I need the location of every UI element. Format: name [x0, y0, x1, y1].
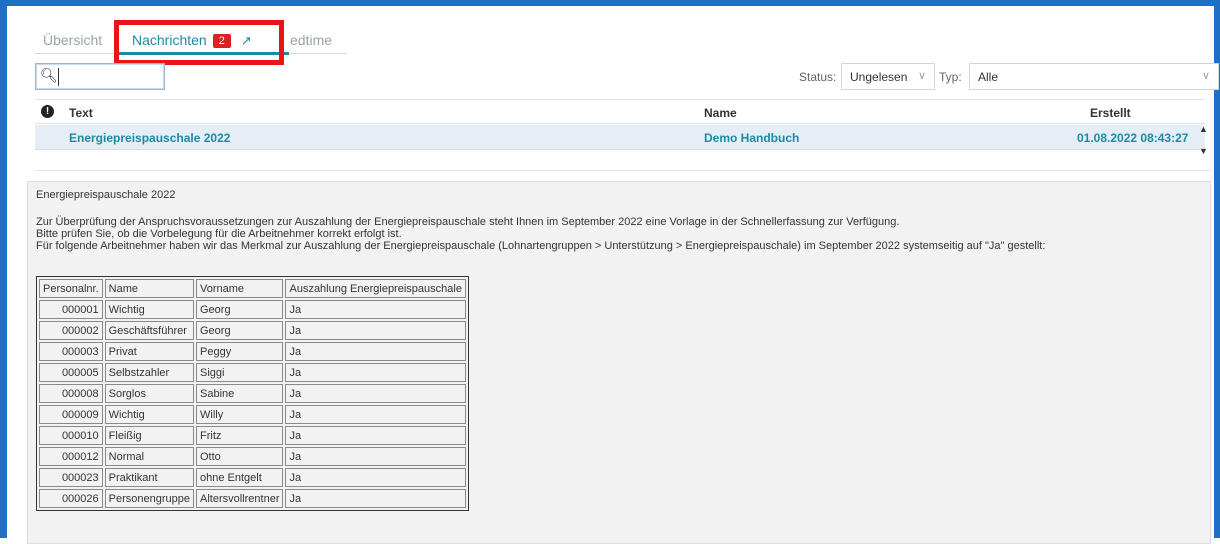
chevron-down-icon: ∨ — [917, 70, 926, 82]
scroll-down-icon[interactable]: ▼ — [1199, 146, 1208, 156]
table-cell: Altersvollrentner — [196, 489, 284, 508]
table-cell: Willy — [196, 405, 284, 424]
table-cell: Sorglos — [104, 384, 194, 403]
table-cell: Wichtig — [104, 300, 194, 319]
table-cell: 000023 — [39, 468, 103, 487]
table-row: 000012 Normal Otto Ja — [39, 447, 466, 466]
table-cell: 000012 — [39, 447, 103, 466]
type-filter-label: Typ: — [939, 70, 962, 84]
table-cell: Ja — [285, 342, 466, 361]
type-filter-select[interactable]: Alle ∨ — [969, 63, 1219, 90]
table-row: 000008 Sorglos Sabine Ja — [39, 384, 466, 403]
detail-paragraph: Zur Überprüfung der Anspruchsvoraussetzu… — [36, 216, 900, 228]
search-icon: 🔍︎ — [40, 67, 58, 83]
column-header-created[interactable]: Erstellt — [1090, 106, 1131, 120]
table-cell: Personengruppe — [104, 489, 194, 508]
column-header-name[interactable]: Name — [704, 106, 737, 120]
table-cell: 000008 — [39, 384, 103, 403]
detail-paragraph: Bitte prüfen Sie, ob die Vorbelegung für… — [36, 228, 402, 240]
table-cell: Wichtig — [104, 405, 194, 424]
table-row: 000009 Wichtig Willy Ja — [39, 405, 466, 424]
table-row: 000010 Fleißig Fritz Ja — [39, 426, 466, 445]
table-cell: Ja — [285, 489, 466, 508]
table-header-row: Personalnr. Name Vorname Auszahlung Ener… — [39, 279, 466, 298]
status-filter-value: Ungelesen — [850, 70, 908, 84]
table-cell: Peggy — [196, 342, 284, 361]
tab-overview[interactable]: Übersicht — [43, 32, 102, 48]
app-window: Übersicht Nachrichten 2 ↗ edtime 🔍︎ Status… — [0, 0, 1220, 544]
table-cell: Sabine — [196, 384, 284, 403]
search-box[interactable]: 🔍︎ — [35, 63, 165, 90]
search-input[interactable] — [58, 68, 158, 86]
table-row: 000026 Personengruppe Altersvollrentner Ja — [39, 489, 466, 508]
table-row: 000003 Privat Peggy Ja — [39, 342, 466, 361]
table-cell: Georg — [196, 300, 284, 319]
message-created: 01.08.2022 08:43:27 — [1077, 131, 1189, 145]
column-header-text[interactable]: Text — [69, 106, 93, 120]
table-cell: 000003 — [39, 342, 103, 361]
table-row: 000005 Selbstzahler Siggi Ja — [39, 363, 466, 382]
table-row: 000023 Praktikant ohne Entgelt Ja — [39, 468, 466, 487]
table-cell: Siggi — [196, 363, 284, 382]
table-cell: Ja — [285, 363, 466, 382]
message-detail-pane: Energiepreispauschale 2022 Zur Überprüfu… — [27, 181, 1211, 544]
table-cell: Ja — [285, 300, 466, 319]
table-cell: Otto — [196, 447, 284, 466]
message-text: Energiepreispauschale 2022 — [69, 131, 231, 145]
table-cell: 000001 — [39, 300, 103, 319]
table-cell: 000010 — [39, 426, 103, 445]
message-row[interactable]: Energiepreispauschale 2022 Demo Handbuch… — [35, 125, 1205, 150]
table-header-cell: Personalnr. — [39, 279, 103, 298]
table-cell: Ja — [285, 426, 466, 445]
annotation-highlight-box — [114, 20, 284, 65]
table-cell: Ja — [285, 321, 466, 340]
table-cell: Fleißig — [104, 426, 194, 445]
table-cell: Ja — [285, 384, 466, 403]
table-cell: Selbstzahler — [104, 363, 194, 382]
table-cell: Privat — [104, 342, 194, 361]
table-cell: 000002 — [39, 321, 103, 340]
table-cell: Geschäftsführer — [104, 321, 194, 340]
status-filter-select[interactable]: Ungelesen ∨ — [841, 63, 935, 90]
message-name: Demo Handbuch — [704, 131, 800, 145]
table-cell: Georg — [196, 321, 284, 340]
divider — [35, 170, 1211, 171]
employee-table: Personalnr. Name Vorname Auszahlung Ener… — [36, 276, 469, 511]
type-filter-value: Alle — [978, 70, 999, 84]
detail-paragraph: Für folgende Arbeitnehmer haben wir das … — [36, 240, 1046, 252]
message-list-header: ! Text Name Erstellt — [35, 99, 1205, 124]
table-cell: Fritz — [196, 426, 284, 445]
chevron-down-icon: ∨ — [1201, 70, 1210, 82]
table-cell: 000026 — [39, 489, 103, 508]
table-row: 000002 Geschäftsführer Georg Ja — [39, 321, 466, 340]
table-header-cell: Vorname — [196, 279, 284, 298]
table-cell: 000005 — [39, 363, 103, 382]
table-row: 000001 Wichtig Georg Ja — [39, 300, 466, 319]
status-filter-label: Status: — [799, 70, 837, 84]
table-cell: Ja — [285, 468, 466, 487]
table-cell: Ja — [285, 447, 466, 466]
tab-third[interactable]: edtime — [290, 32, 332, 48]
table-header-cell: Name — [104, 279, 194, 298]
table-header-cell: Auszahlung Energiepreispauschale — [285, 279, 466, 298]
table-cell: Praktikant — [104, 468, 194, 487]
table-cell: Normal — [104, 447, 194, 466]
detail-title: Energiepreispauschale 2022 — [36, 189, 176, 201]
table-cell: 000009 — [39, 405, 103, 424]
alert-icon: ! — [41, 105, 54, 118]
table-cell: ohne Entgelt — [196, 468, 284, 487]
scroll-up-icon[interactable]: ▲ — [1199, 124, 1208, 134]
table-cell: Ja — [285, 405, 466, 424]
